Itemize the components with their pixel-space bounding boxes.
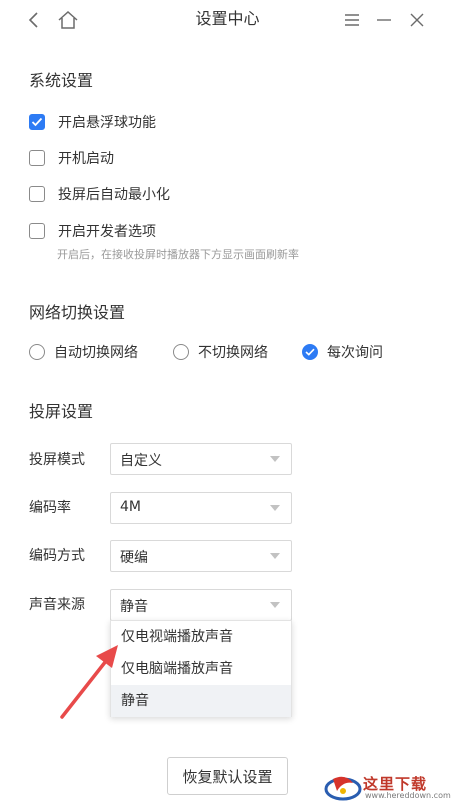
chevron-down-icon	[270, 456, 280, 462]
bitrate-select[interactable]: 4M	[110, 492, 292, 524]
network-auto-radio[interactable]	[29, 344, 45, 360]
chevron-down-icon	[270, 553, 280, 559]
audio-source-label: 声音来源	[29, 597, 85, 613]
auto-start-label: 开机启动	[58, 151, 114, 167]
network-ask-option[interactable]: 每次询问	[302, 341, 383, 363]
dropdown-option-pc-audio[interactable]: 仅电脑端播放声音	[111, 653, 291, 685]
watermark-logo-icon	[324, 776, 362, 801]
developer-checkbox[interactable]	[29, 223, 45, 239]
dropdown-option-tv-audio[interactable]: 仅电视端播放声音	[111, 621, 291, 653]
menu-icon[interactable]	[340, 8, 364, 32]
audio-source-value: 静音	[120, 599, 148, 615]
floating-ball-option[interactable]: 开启悬浮球功能	[29, 111, 156, 133]
network-auto-option[interactable]: 自动切换网络	[29, 341, 138, 363]
title-bar: 设置中心	[0, 0, 455, 40]
cast-mode-label: 投屏模式	[29, 452, 85, 468]
auto-start-checkbox[interactable]	[29, 150, 45, 166]
auto-minimize-option[interactable]: 投屏后自动最小化	[29, 183, 170, 205]
bitrate-value: 4M	[120, 499, 141, 515]
network-auto-label: 自动切换网络	[54, 345, 138, 361]
network-settings-title: 网络切换设置	[29, 303, 126, 322]
auto-start-option[interactable]: 开机启动	[29, 147, 114, 169]
watermark: 这里下载 www.hereddown.com	[323, 771, 451, 805]
bitrate-label: 编码率	[29, 500, 71, 516]
dropdown-option-mute[interactable]: 静音	[111, 685, 291, 717]
close-icon[interactable]	[405, 8, 429, 32]
developer-hint: 开启后，在接收投屏时播放器下方显示画面刷新率	[57, 248, 299, 261]
floating-ball-label: 开启悬浮球功能	[58, 115, 156, 131]
network-ask-label: 每次询问	[327, 345, 383, 361]
reset-defaults-button[interactable]: 恢复默认设置	[167, 757, 288, 795]
network-no-switch-option[interactable]: 不切换网络	[173, 341, 268, 363]
encoding-value: 硬编	[120, 550, 148, 566]
watermark-url: www.hereddown.com	[365, 791, 451, 800]
audio-source-select[interactable]: 静音	[110, 589, 292, 621]
network-no-switch-radio[interactable]	[173, 344, 189, 360]
audio-source-dropdown: 仅电视端播放声音 仅电脑端播放声音 静音	[110, 620, 292, 717]
auto-minimize-label: 投屏后自动最小化	[58, 187, 170, 203]
encoding-label: 编码方式	[29, 548, 85, 564]
cast-mode-value: 自定义	[120, 453, 162, 469]
cast-mode-select[interactable]: 自定义	[110, 443, 292, 475]
auto-minimize-checkbox[interactable]	[29, 186, 45, 202]
screen-settings-title: 投屏设置	[29, 402, 94, 421]
developer-option[interactable]: 开启开发者选项	[29, 220, 156, 242]
minimize-icon[interactable]	[372, 8, 396, 32]
developer-label: 开启开发者选项	[58, 224, 156, 240]
system-settings-title: 系统设置	[29, 71, 94, 90]
network-ask-radio[interactable]	[302, 344, 318, 360]
chevron-down-icon	[270, 505, 280, 511]
network-no-switch-label: 不切换网络	[198, 345, 268, 361]
encoding-select[interactable]: 硬编	[110, 540, 292, 572]
floating-ball-checkbox[interactable]	[29, 114, 45, 130]
chevron-down-icon	[270, 602, 280, 608]
